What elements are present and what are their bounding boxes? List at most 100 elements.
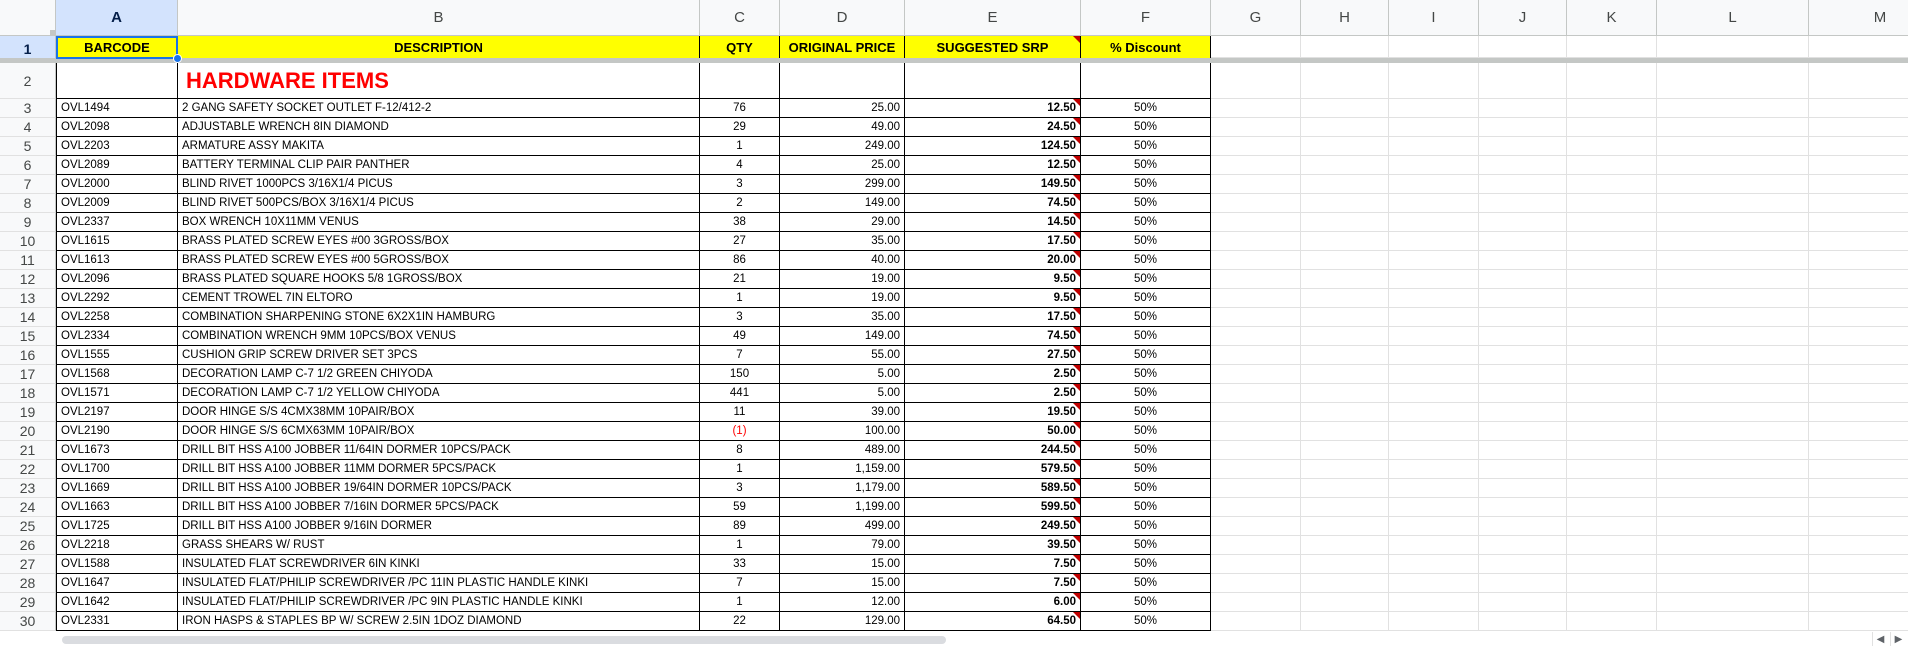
empty-cell[interactable] (1389, 536, 1479, 555)
empty-cell[interactable] (1211, 213, 1301, 232)
original-price-cell[interactable]: 49.00 (780, 118, 905, 137)
empty-cell[interactable] (1809, 460, 1908, 479)
description-cell[interactable]: DOOR HINGE S/S 6CMX63MM 10PAIR/BOX (178, 422, 700, 441)
row-header-29[interactable]: 29 (0, 593, 56, 612)
row-header-26[interactable]: 26 (0, 536, 56, 555)
empty-cell[interactable] (1809, 308, 1908, 327)
empty-cell[interactable] (1389, 460, 1479, 479)
empty-cell[interactable] (1479, 137, 1567, 156)
empty-cell[interactable] (1211, 365, 1301, 384)
row-header-23[interactable]: 23 (0, 479, 56, 498)
original-price-cell[interactable]: 19.00 (780, 270, 905, 289)
empty-cell[interactable] (1389, 422, 1479, 441)
empty-cell[interactable] (1479, 156, 1567, 175)
original-price-cell[interactable]: 39.00 (780, 403, 905, 422)
discount-cell[interactable]: 50% (1081, 517, 1211, 536)
section-cell[interactable] (56, 63, 178, 99)
qty-cell[interactable]: 1 (700, 460, 780, 479)
empty-cell[interactable] (1211, 441, 1301, 460)
description-cell[interactable]: 2 GANG SAFETY SOCKET OUTLET F-12/412-2 (178, 99, 700, 118)
original-price-cell[interactable]: 129.00 (780, 612, 905, 631)
suggested-srp-cell[interactable]: 50.00 (905, 422, 1081, 441)
empty-cell[interactable] (1657, 308, 1809, 327)
empty-cell[interactable] (1809, 194, 1908, 213)
empty-cell[interactable] (1479, 422, 1567, 441)
description-cell[interactable]: DRILL BIT HSS A100 JOBBER 19/64IN DORMER… (178, 479, 700, 498)
empty-cell[interactable] (1567, 308, 1657, 327)
row-header-5[interactable]: 5 (0, 137, 56, 156)
suggested-srp-cell[interactable]: 14.50 (905, 213, 1081, 232)
column-header-l[interactable]: L (1657, 0, 1809, 36)
select-all-corner[interactable] (0, 0, 56, 36)
barcode-cell[interactable]: OVL2197 (56, 403, 178, 422)
chevron-right-icon[interactable]: ▶ (1890, 632, 1906, 646)
row-header-17[interactable]: 17 (0, 365, 56, 384)
column-header-g[interactable]: G (1211, 0, 1301, 36)
empty-cell[interactable] (1657, 289, 1809, 308)
empty-cell[interactable] (1301, 574, 1389, 593)
empty-cell[interactable] (1809, 99, 1908, 118)
qty-cell[interactable]: 1 (700, 593, 780, 612)
row-header-28[interactable]: 28 (0, 574, 56, 593)
qty-cell[interactable]: 1 (700, 137, 780, 156)
qty-cell[interactable]: 22 (700, 612, 780, 631)
discount-cell[interactable]: 50% (1081, 137, 1211, 156)
qty-cell[interactable]: 2 (700, 194, 780, 213)
suggested-srp-cell[interactable]: 9.50 (905, 289, 1081, 308)
original-price-cell[interactable]: 5.00 (780, 384, 905, 403)
barcode-cell[interactable]: OVL1555 (56, 346, 178, 365)
empty-cell[interactable] (1301, 384, 1389, 403)
empty-cell[interactable] (1657, 612, 1809, 631)
row-header-30[interactable]: 30 (0, 612, 56, 631)
original-price-cell[interactable]: 1,159.00 (780, 460, 905, 479)
empty-cell[interactable] (1389, 593, 1479, 612)
empty-cell[interactable] (1389, 232, 1479, 251)
description-cell[interactable]: DRILL BIT HSS A100 JOBBER 11/64IN DORMER… (178, 441, 700, 460)
empty-cell[interactable] (1301, 327, 1389, 346)
empty-cell[interactable] (1211, 574, 1301, 593)
empty-cell[interactable] (1657, 536, 1809, 555)
empty-cell[interactable] (1809, 441, 1908, 460)
empty-cell[interactable] (1567, 232, 1657, 251)
row-header-12[interactable]: 12 (0, 270, 56, 289)
suggested-srp-cell[interactable]: 24.50 (905, 118, 1081, 137)
empty-cell[interactable] (1809, 479, 1908, 498)
discount-cell[interactable]: 50% (1081, 365, 1211, 384)
empty-cell[interactable] (1301, 99, 1389, 118)
empty-cell[interactable] (1301, 441, 1389, 460)
suggested-srp-cell[interactable]: 6.00 (905, 593, 1081, 612)
suggested-srp-cell[interactable]: 249.50 (905, 517, 1081, 536)
original-price-cell[interactable]: 12.00 (780, 593, 905, 612)
empty-cell[interactable] (1211, 460, 1301, 479)
barcode-cell[interactable]: OVL1663 (56, 498, 178, 517)
empty-cell[interactable] (1809, 574, 1908, 593)
empty-cell[interactable] (1479, 232, 1567, 251)
suggested-srp-cell[interactable]: 244.50 (905, 441, 1081, 460)
discount-cell[interactable]: 50% (1081, 536, 1211, 555)
discount-cell[interactable]: 50% (1081, 555, 1211, 574)
discount-cell[interactable]: 50% (1081, 346, 1211, 365)
original-price-cell[interactable]: 40.00 (780, 251, 905, 270)
barcode-cell[interactable]: OVL2009 (56, 194, 178, 213)
barcode-cell[interactable]: OVL1673 (56, 441, 178, 460)
empty-cell[interactable] (1389, 384, 1479, 403)
section-cell[interactable] (1657, 63, 1809, 99)
empty-cell[interactable] (1567, 403, 1657, 422)
empty-cell[interactable] (1479, 555, 1567, 574)
barcode-cell[interactable]: OVL2190 (56, 422, 178, 441)
empty-cell[interactable] (1809, 536, 1908, 555)
discount-cell[interactable]: 50% (1081, 251, 1211, 270)
empty-cell[interactable] (1567, 593, 1657, 612)
empty-cell[interactable] (1301, 498, 1389, 517)
empty-cell[interactable] (1809, 213, 1908, 232)
empty-cell[interactable] (1389, 441, 1479, 460)
empty-cell[interactable] (1567, 365, 1657, 384)
empty-cell[interactable] (1389, 156, 1479, 175)
empty-cell[interactable] (1301, 156, 1389, 175)
empty-cell[interactable] (1389, 517, 1479, 536)
qty-cell[interactable]: 7 (700, 346, 780, 365)
empty-cell[interactable] (1479, 270, 1567, 289)
barcode-cell[interactable]: OVL2218 (56, 536, 178, 555)
empty-cell[interactable] (1211, 289, 1301, 308)
empty-cell[interactable] (1657, 422, 1809, 441)
